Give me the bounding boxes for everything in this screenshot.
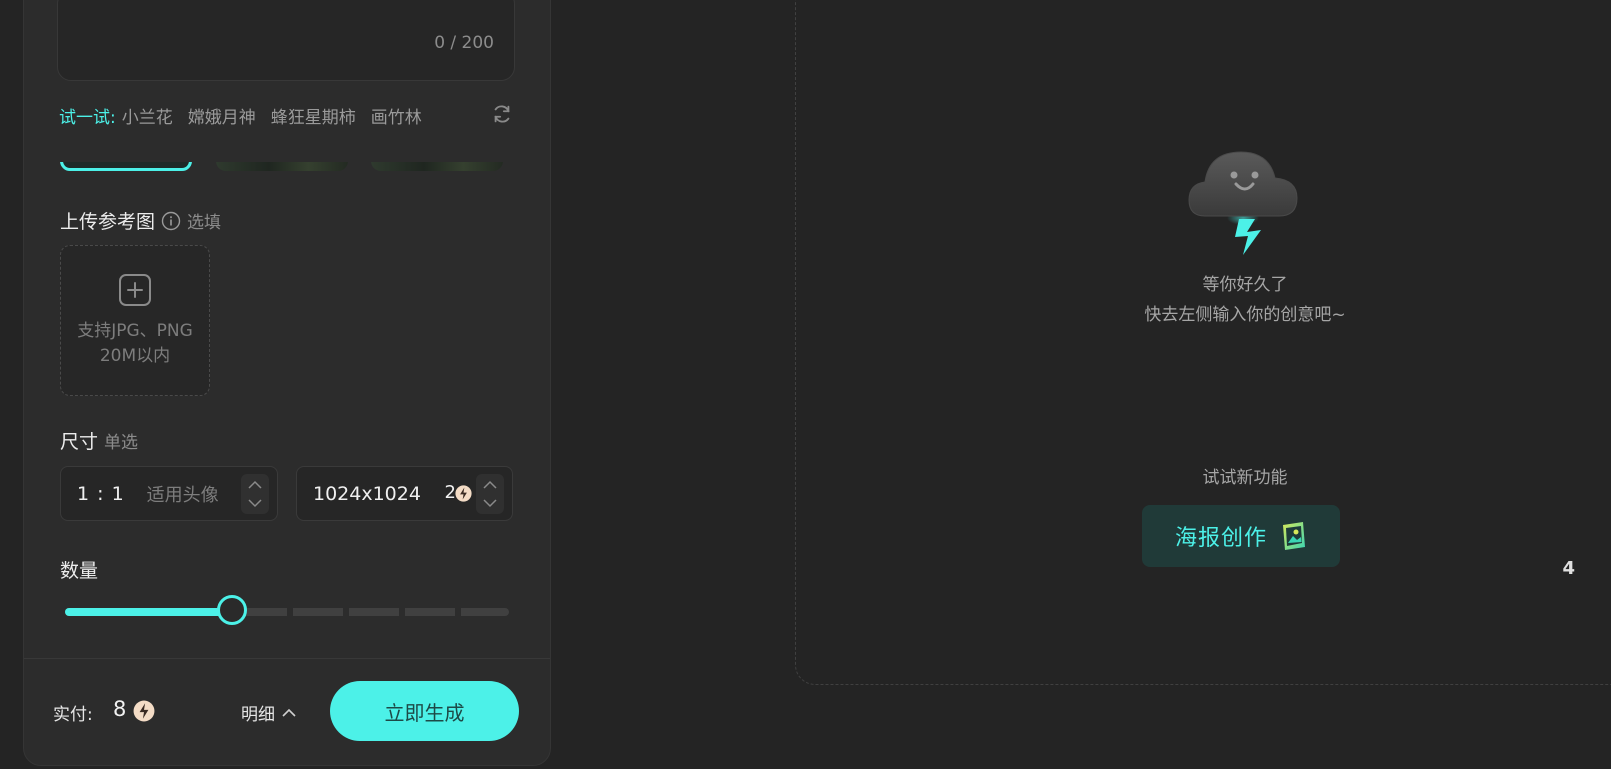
chevron-up-icon[interactable] <box>483 480 497 490</box>
chevron-up-icon[interactable] <box>248 480 262 490</box>
try-item-change-moon[interactable]: 嫦娥月神 <box>188 103 256 128</box>
try-item-fengkuang[interactable]: 蜂狂星期柿 <box>271 103 356 128</box>
poster-icon <box>1283 522 1305 550</box>
chevron-up-icon <box>282 708 296 717</box>
try-label: 试一试: <box>59 107 116 128</box>
refresh-icon[interactable] <box>491 103 513 125</box>
upload-optional: 选填 <box>187 213 222 233</box>
slider-notch <box>399 608 405 616</box>
chevron-down-icon[interactable] <box>483 498 497 508</box>
resolution-select[interactable]: 1024x1024 2 <box>296 466 513 521</box>
upload-title: 上传参考图 选填 <box>60 207 221 234</box>
coin-icon <box>133 700 155 722</box>
footer-divider <box>24 658 550 659</box>
poster-creation-button[interactable]: 海报创作 <box>1142 505 1340 567</box>
pay-value: 8 <box>113 697 127 721</box>
ratio-description: 适用头像 <box>146 484 219 506</box>
cloud-mascot-icon <box>1188 151 1298 255</box>
resolution-stepper[interactable] <box>476 474 504 514</box>
generate-button[interactable]: 立即生成 <box>330 681 519 741</box>
upload-hint-size: 20M以内 <box>99 345 171 366</box>
size-title-label: 尺寸 <box>60 431 99 453</box>
ratio-stepper[interactable] <box>241 474 269 514</box>
try-item-bamboo[interactable]: 画竹林 <box>371 103 422 128</box>
upload-reference-dropzone[interactable]: 支持JPG、PNG 20M以内 <box>60 245 210 396</box>
detail-label: 明细 <box>241 705 275 725</box>
new-feature-label: 试试新功能 <box>1202 468 1288 488</box>
style-thumb-1[interactable] <box>60 162 192 171</box>
pay-label: 实付: <box>53 705 93 725</box>
slider-notch <box>455 608 461 616</box>
try-suggestions: 试一试: 小兰花 嫦娥月神 蜂狂星期柿 画竹林 <box>59 102 515 128</box>
preview-area <box>795 0 1611 685</box>
empty-state-line2: 快去左侧输入你的创意吧~ <box>1144 305 1346 325</box>
upload-plus-icon <box>119 273 151 306</box>
ratio-select[interactable]: 1 : 1 适用头像 <box>60 466 278 521</box>
style-thumb-2[interactable] <box>216 162 348 171</box>
quantity-slider-handle[interactable] <box>217 595 247 625</box>
upload-title-label: 上传参考图 <box>60 211 156 233</box>
slider-notch <box>343 608 349 616</box>
style-thumb-3[interactable] <box>371 162 503 171</box>
poster-creation-label: 海报创作 <box>1174 526 1267 551</box>
try-item-xiaolanhua[interactable]: 小兰花 <box>122 103 173 128</box>
slider-notch <box>287 608 293 616</box>
size-title: 尺寸 单选 <box>60 427 138 454</box>
upload-hint-format: 支持JPG、PNG <box>77 320 193 341</box>
quantity-slider[interactable] <box>65 595 509 625</box>
info-icon[interactable] <box>161 211 181 231</box>
size-mode: 单选 <box>104 433 139 453</box>
coin-icon <box>455 485 472 502</box>
prompt-input[interactable]: 0 / 200 <box>57 0 515 81</box>
quantity-title: 数量 <box>60 560 99 582</box>
resolution-value: 1024x1024 <box>313 482 421 505</box>
style-thumbnails <box>60 162 520 172</box>
chevron-down-icon[interactable] <box>248 498 262 508</box>
empty-state-line1: 等你好久了 <box>1202 275 1288 295</box>
ratio-value: 1 : 1 <box>77 482 125 505</box>
char-count: 0 / 200 <box>434 33 494 53</box>
quantity-slider-fill <box>65 608 232 616</box>
detail-toggle-button[interactable]: 明细 <box>241 700 297 725</box>
